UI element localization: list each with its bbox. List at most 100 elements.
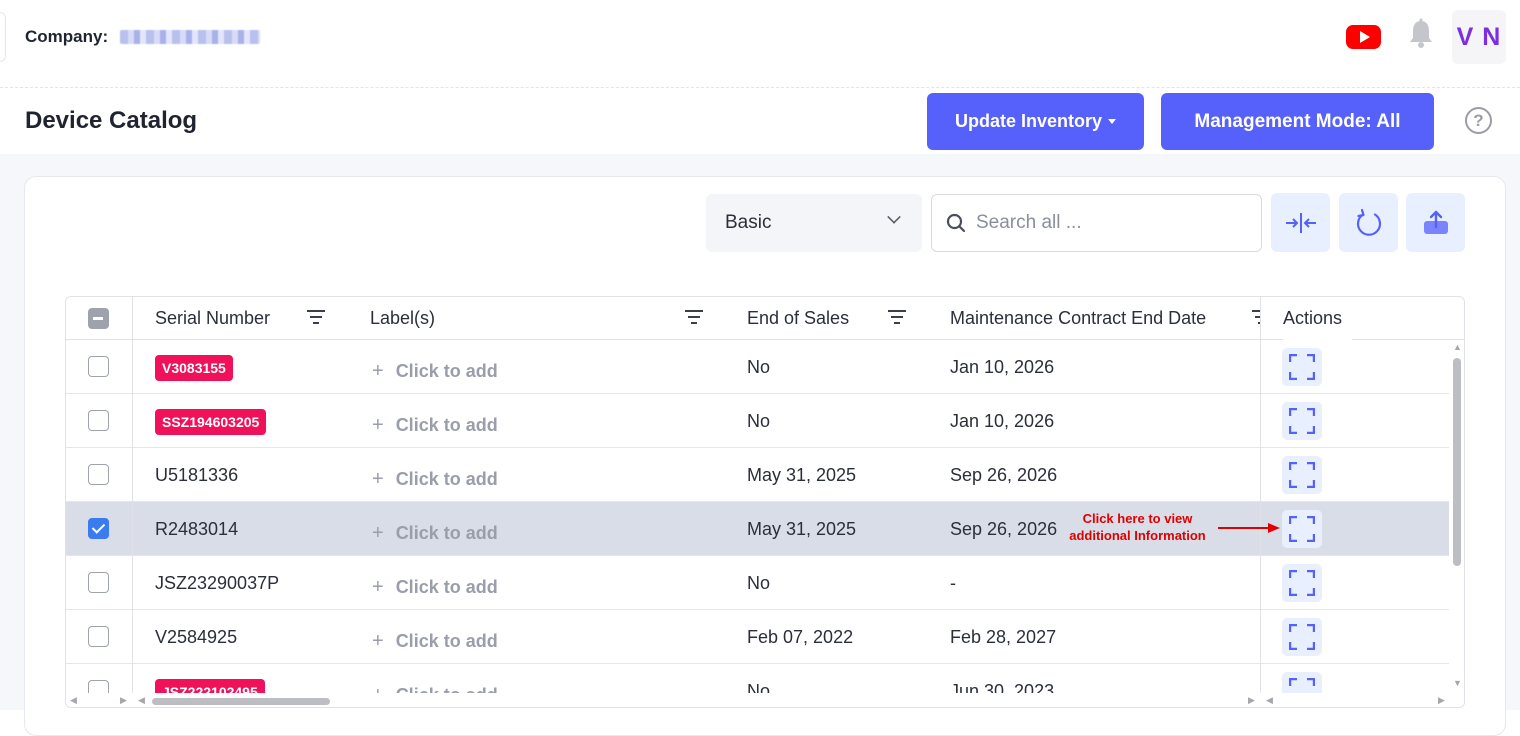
scroll-left-arrow[interactable]: ◀ [138, 695, 145, 706]
end-of-sales-value: May 31, 2025 [747, 519, 857, 539]
add-label-text: Click to add [395, 361, 498, 381]
plus-icon: + [372, 576, 384, 598]
add-label-button[interactable]: + Click to add [372, 468, 498, 491]
update-inventory-label: Update Inventory [954, 111, 1103, 131]
end-of-sales-value: No [747, 411, 771, 431]
view-details-button[interactable] [1282, 348, 1322, 386]
collapse-columns-button[interactable] [1271, 193, 1330, 252]
add-label-text: Click to add [395, 523, 498, 543]
maintenance-end-value: Jan 10, 2026 [950, 411, 1055, 431]
plus-icon: + [372, 468, 384, 490]
scroll-right-arrow[interactable]: ▶ [1438, 695, 1445, 706]
company-name-redacted [120, 30, 260, 44]
vertical-scrollbar[interactable]: ▲ ▼ [1449, 340, 1464, 692]
view-details-button[interactable] [1282, 402, 1322, 440]
management-mode-button[interactable]: Management Mode: All [1161, 93, 1434, 150]
expand-icon [1289, 408, 1315, 434]
serial-number: V2584925 [155, 627, 238, 647]
help-annotation: Click here to view additional Informatio… [1069, 511, 1206, 543]
collapse-columns-icon [1285, 212, 1316, 233]
scroll-up-arrow[interactable]: ▲ [1453, 342, 1462, 352]
serial-number: R2483014 [155, 519, 239, 539]
filter-icon[interactable] [887, 309, 907, 325]
end-of-sales-value: No [747, 357, 771, 377]
row-checkbox[interactable] [88, 572, 109, 593]
end-of-sales-value: No [747, 573, 771, 593]
refresh-icon [1356, 208, 1381, 236]
search-box[interactable] [931, 194, 1262, 252]
expand-icon [1289, 354, 1315, 380]
youtube-icon[interactable] [1346, 25, 1381, 49]
help-icon[interactable]: ? [1465, 107, 1492, 134]
select-all-checkbox[interactable] [88, 308, 109, 329]
row-checkbox[interactable] [88, 464, 109, 485]
plus-icon: + [372, 414, 384, 436]
bell-icon[interactable] [1406, 18, 1436, 52]
expand-icon [1289, 516, 1315, 542]
view-details-button[interactable] [1282, 456, 1322, 494]
plus-icon: + [372, 360, 384, 382]
view-details-button[interactable] [1282, 564, 1322, 602]
serial-number: U5181336 [155, 465, 239, 485]
add-label-text: Click to add [395, 631, 498, 651]
serial-number-badge[interactable]: SSZ194603205 [155, 409, 267, 435]
sidebar-toggle-edge[interactable] [0, 12, 6, 62]
scroll-down-arrow[interactable]: ▼ [1453, 678, 1462, 688]
column-actions: Actions [1283, 297, 1353, 340]
serial-number: JSZ23290037P [155, 573, 280, 593]
view-details-button[interactable] [1282, 618, 1322, 656]
horizontal-scrollbar[interactable]: ◀ ▶ ◀ ▶ ◀ ▶ [66, 693, 1464, 707]
upload-icon [1423, 210, 1448, 234]
maintenance-end-value: Feb 28, 2027 [950, 627, 1057, 647]
add-label-button[interactable]: + Click to add [372, 630, 498, 653]
add-label-text: Click to add [395, 577, 498, 597]
top-bar: Company: V N [0, 0, 1520, 88]
maintenance-end-value: Sep 26, 2026 [950, 465, 1058, 485]
expand-icon [1289, 624, 1315, 650]
page-title: Device Catalog [25, 107, 198, 134]
add-label-button[interactable]: + Click to add [372, 360, 498, 383]
add-label-button[interactable]: + Click to add [372, 522, 498, 545]
row-checkbox[interactable] [88, 356, 109, 377]
update-inventory-button[interactable]: Update Inventory [927, 93, 1144, 150]
column-end-of-sales[interactable]: End of Sales [747, 297, 849, 340]
scroll-left-arrow[interactable]: ◀ [70, 695, 77, 706]
scroll-right-arrow[interactable]: ▶ [120, 695, 127, 706]
view-select[interactable]: Basic [706, 194, 922, 252]
avatar[interactable]: V N [1452, 10, 1506, 64]
view-select-value: Basic [725, 212, 772, 233]
table-row[interactable]: V2584925 + Click to add Feb 07, 2022 Feb 28,… [66, 610, 1449, 664]
maintenance-end-value: - [950, 573, 956, 593]
caret-down-icon [1108, 119, 1117, 124]
maintenance-end-value: Jan 10, 2026 [950, 357, 1055, 377]
row-checkbox[interactable] [88, 626, 109, 647]
scroll-right-arrow[interactable]: ▶ [1248, 695, 1255, 706]
row-checkbox[interactable] [88, 518, 109, 539]
scroll-left-arrow[interactable]: ◀ [1266, 695, 1273, 706]
column-divider [132, 297, 133, 693]
refresh-button[interactable] [1339, 193, 1398, 252]
row-checkbox[interactable] [88, 410, 109, 431]
scrollbar-thumb[interactable] [152, 698, 330, 705]
table-row[interactable]: SSZ194603205 + Click to add No Jan 10, 2026 [66, 394, 1449, 448]
filter-icon[interactable] [684, 309, 704, 325]
arrow-right-icon [1218, 523, 1280, 533]
view-details-button[interactable] [1282, 510, 1322, 548]
add-label-text: Click to add [395, 415, 498, 435]
column-maintenance-end[interactable]: Maintenance Contract End Date [950, 297, 1206, 340]
add-label-button[interactable]: + Click to add [372, 414, 498, 437]
add-label-button[interactable]: + Click to add [372, 576, 498, 599]
column-labels[interactable]: Label(s) [370, 297, 435, 340]
search-input[interactable] [976, 209, 1246, 237]
table-row[interactable]: U5181336 + Click to add May 31, 2025 Sep 26,… [66, 448, 1449, 502]
scrollbar-thumb[interactable] [1453, 358, 1461, 566]
table-row[interactable]: V3083155 + Click to add No Jan 10, 2026 [66, 340, 1449, 394]
table-row[interactable]: JSZ23290037P + Click to add No - [66, 556, 1449, 610]
end-of-sales-value: Feb 07, 2022 [747, 627, 854, 647]
column-divider [1260, 297, 1261, 693]
column-serial-number[interactable]: Serial Number [155, 297, 270, 340]
export-button[interactable] [1406, 193, 1465, 252]
device-table: Serial Number Label(s) End of Sales Main… [65, 296, 1465, 708]
filter-icon[interactable] [306, 309, 326, 325]
serial-number-badge[interactable]: V3083155 [155, 355, 233, 381]
